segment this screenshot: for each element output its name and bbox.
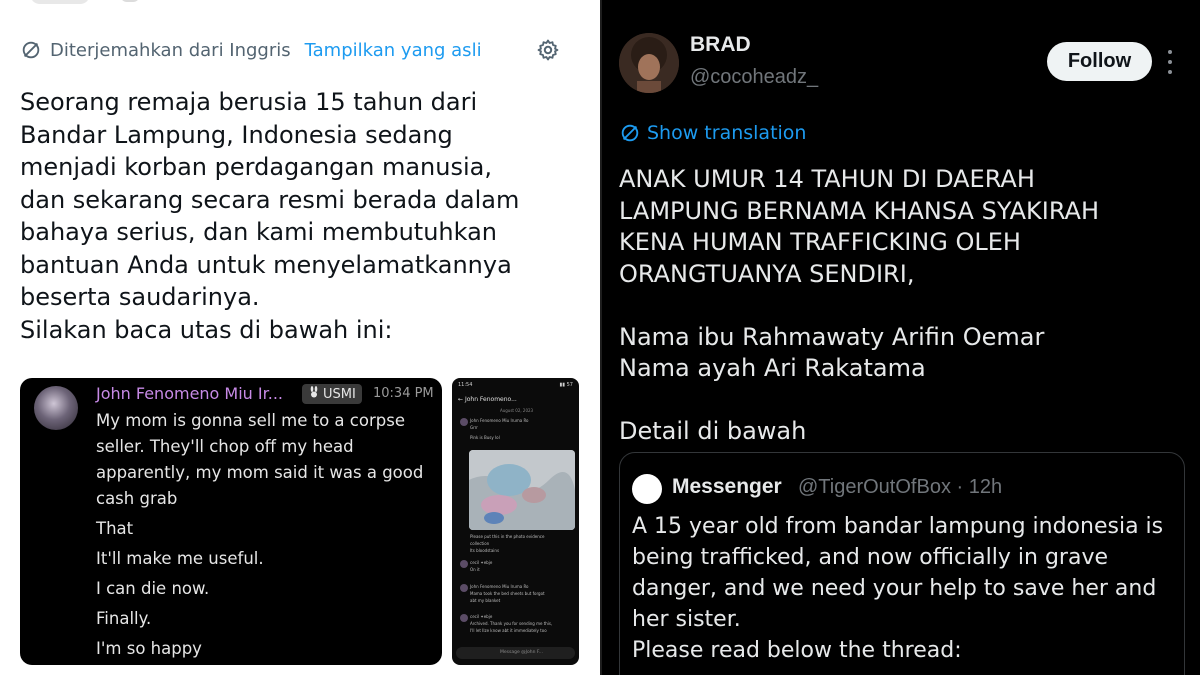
- translation-notice-label: Diterjemahkan dari Inggris: [50, 39, 291, 61]
- translate-icon: [20, 39, 42, 61]
- tweet-line: bantuan Anda untuk menyelamatkannya: [20, 250, 512, 279]
- tweet-line: Detail di bawah: [619, 417, 807, 445]
- quoted-line: her sister.: [632, 607, 741, 632]
- tweet-line: dan sekarang secara resmi berada dalam: [20, 185, 520, 214]
- avatar: [460, 418, 468, 426]
- tweet-line: ANAK UMUR 14 TAHUN DI DAERAH: [619, 165, 1035, 193]
- bloodstain-photo: [469, 450, 575, 530]
- avatar: [34, 386, 78, 430]
- user-tag-badge: USMI: [302, 384, 362, 404]
- chat-message-line: That: [96, 519, 134, 538]
- tweet-line: Bandar Lampung, Indonesia sedang: [20, 120, 453, 149]
- avatar: [460, 614, 468, 622]
- phone-msg-text: I'll let Ilze know abt it immediately to…: [470, 628, 547, 633]
- user-handle[interactable]: @cocoheadz_: [690, 66, 818, 89]
- tweet-line: Nama ayah Ari Rakatama: [619, 354, 926, 382]
- avatar: [632, 474, 662, 504]
- phone-chat-header: ← John Fenomeno...: [458, 396, 517, 403]
- phone-msg-text: Pink is Busy lol: [470, 435, 500, 440]
- phone-msg-text: abt my blanket: [470, 598, 501, 603]
- chat-message-line: I can die now.: [96, 579, 210, 598]
- chat-message-line: apparently, my mom said it was a good: [96, 463, 424, 482]
- phone-input-placeholder: Message @John F...: [500, 650, 544, 655]
- phone-msg-text: Archived. Thank you for sending me this,: [470, 621, 553, 626]
- phone-msg-text: Grrr: [470, 425, 478, 430]
- phone-msg-author: John Fenomeno Miu Iruma Ro: [470, 418, 529, 423]
- cropped-header-remnant: [120, 0, 140, 2]
- phone-screenshot-image[interactable]: 11:54 ▮▮ 57 ← John Fenomeno... August 02…: [452, 378, 579, 665]
- translate-icon: [619, 122, 641, 144]
- phone-chat-title: John Fenomeno...: [464, 396, 517, 403]
- quoted-line: Please read below the thread:: [632, 638, 962, 663]
- phone-message-input: Message @John F...: [456, 647, 575, 659]
- tweet-body: Seorang remaja berusia 15 tahun dari Ban…: [20, 86, 580, 346]
- phone-msg-text: On it: [470, 567, 480, 572]
- phone-date-divider: August 02, 2023: [500, 408, 534, 413]
- avatar: [460, 560, 468, 568]
- chat-message-line: I'm so happy: [96, 639, 202, 658]
- tweet-line: Nama ibu Rahmawaty Arifin Oemar: [619, 322, 1045, 351]
- back-arrow-icon: ←: [458, 396, 464, 403]
- tweet-line: KENA HUMAN TRAFFICKING OLEH: [619, 228, 1021, 256]
- tweet-blank-line: [619, 290, 1189, 322]
- quoted-handle-time: @TigerOutOfBox · 12h: [798, 476, 1003, 498]
- tweet-line: Silakan baca utas di bawah ini:: [20, 315, 393, 344]
- tweet-line: bahaya serius, dan kami membutuhkan: [20, 218, 498, 246]
- quoted-display-name: Messenger: [672, 475, 782, 498]
- tweet-line: menjadi korban perdagangan manusia,: [20, 153, 492, 181]
- phone-msg-author: John Fenomeno Miu Iruma Ro: [470, 584, 529, 589]
- chat-username: John Fenomeno Miu Ir...: [96, 384, 283, 403]
- chat-message-line: cash grab: [96, 489, 178, 508]
- quoted-line: A 15 year old from bandar lampung indone…: [632, 514, 1164, 539]
- chat-message-line: Finally.: [96, 609, 152, 628]
- phone-msg-text: Its bloodstains: [470, 548, 500, 553]
- phone-msg-text: collection: [470, 541, 490, 546]
- quoted-tweet[interactable]: Messenger @TigerOutOfBox · 12h A 15 year…: [619, 452, 1185, 675]
- right-panel: BRAD @cocoheadz_ Follow Show translation…: [602, 0, 1200, 675]
- phone-msg-text: Please put this in the photo evidence: [470, 534, 545, 539]
- left-panel: Diterjemahkan dari Inggris Tampilkan yan…: [0, 0, 600, 675]
- phone-status-time: 11:54: [458, 382, 473, 388]
- phone-status-right: ▮▮ 57: [559, 382, 573, 388]
- quoted-line: danger, and we need your help to save he…: [632, 576, 1157, 601]
- gear-icon[interactable]: [536, 38, 560, 62]
- quoted-tweet-body: A 15 year old from bandar lampung indone…: [632, 511, 1172, 666]
- chat-screenshot-image[interactable]: John Fenomeno Miu Ir... USMI 10:34 PM My…: [20, 378, 442, 665]
- tweet-line: beserta saudarinya.: [20, 283, 260, 311]
- tweet-line: ORANGTUANYA SENDIRI,: [619, 259, 915, 288]
- more-options-icon[interactable]: [1166, 50, 1174, 74]
- phone-msg-author: cecil ✦ebje: [470, 614, 493, 619]
- tweet-body: ANAK UMUR 14 TAHUN DI DAERAH LAMPUNG BER…: [619, 164, 1189, 448]
- display-name[interactable]: BRAD: [690, 33, 751, 57]
- avatar: [460, 584, 468, 592]
- chat-message-line: It'll make me useful.: [96, 549, 264, 568]
- chat-message-line: My mom is gonna sell me to a corpse: [96, 411, 405, 430]
- show-translation-link[interactable]: Show translation: [619, 122, 806, 144]
- tweet-line: Seorang remaja berusia 15 tahun dari: [20, 88, 478, 116]
- show-original-link[interactable]: Tampilkan yang asli: [305, 40, 482, 61]
- phone-msg-text: Mama took the bed sheets but forgot: [470, 591, 545, 596]
- cropped-header-remnant: [30, 0, 90, 4]
- bunny-icon: [308, 386, 320, 402]
- tweet-blank-line: [619, 385, 1189, 417]
- show-translation-label: Show translation: [647, 122, 807, 144]
- chat-timestamp: 10:34 PM: [373, 386, 434, 401]
- quoted-line: being trafficked, and now officially in …: [632, 545, 1108, 570]
- follow-button[interactable]: Follow: [1047, 42, 1152, 81]
- tweet-line: LAMPUNG BERNAMA KHANSA SYAKIRAH: [619, 196, 1100, 225]
- avatar[interactable]: [619, 33, 679, 93]
- translation-notice: Diterjemahkan dari Inggris Tampilkan yan…: [20, 38, 482, 62]
- phone-msg-author: cecil ✦ebje: [470, 560, 493, 565]
- user-tag-label: USMI: [323, 386, 356, 402]
- chat-message-line: seller. They'll chop off my head: [96, 437, 354, 456]
